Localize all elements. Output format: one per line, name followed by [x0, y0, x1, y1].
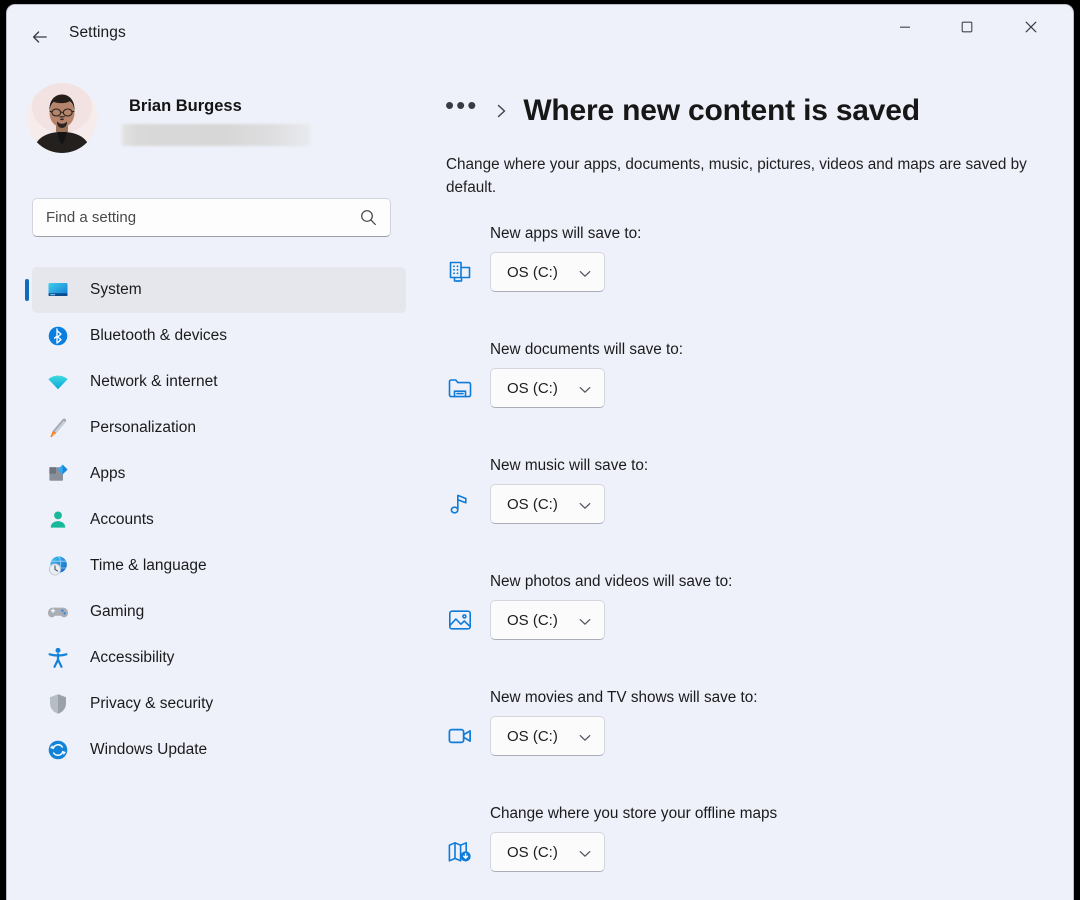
gamepad-icon	[44, 598, 72, 626]
video-camera-icon	[442, 718, 478, 754]
selection-indicator	[25, 279, 29, 301]
page-title: Where new content is saved	[523, 94, 920, 128]
sidebar-item-label: Gaming	[90, 603, 144, 621]
close-button[interactable]	[1007, 5, 1055, 49]
search-input[interactable]	[46, 199, 346, 236]
breadcrumb: ••• Where new content is saved	[445, 87, 920, 135]
sidebar-item-system[interactable]: System	[32, 267, 406, 313]
sidebar-item-windows-update[interactable]: Windows Update	[32, 727, 406, 773]
music-save-location-dropdown[interactable]: OS (C:)	[490, 484, 605, 524]
setting-label: Change where you store your offline maps	[490, 805, 777, 823]
page-description: Change where your apps, documents, music…	[446, 153, 1046, 199]
apps-grid-icon	[44, 460, 72, 488]
update-refresh-icon	[44, 736, 72, 764]
photos-videos-save-location-dropdown[interactable]: OS (C:)	[490, 600, 605, 640]
setting-row: New apps will save to:	[427, 225, 1074, 341]
setting-row: New music will save to: OS (C:)	[427, 457, 1074, 573]
search-box[interactable]	[32, 198, 391, 237]
movies-tv-save-location-dropdown[interactable]: OS (C:)	[490, 716, 605, 756]
setting-row: New movies and TV shows will save to: OS…	[427, 689, 1074, 805]
close-icon	[1023, 19, 1039, 35]
settings-window: Settings	[6, 4, 1074, 900]
maximize-icon	[960, 20, 974, 34]
sidebar-item-network-internet[interactable]: Network & internet	[32, 359, 406, 405]
sidebar-item-label: Accounts	[90, 511, 154, 529]
clock-globe-icon	[44, 552, 72, 580]
sidebar-item-apps[interactable]: Apps	[32, 451, 406, 497]
sidebar-item-label: Network & internet	[90, 373, 218, 391]
avatar	[27, 83, 97, 153]
account-block[interactable]: Brian Burgess	[27, 79, 397, 161]
sidebar-item-label: Apps	[90, 465, 125, 483]
chevron-down-icon	[578, 383, 592, 401]
sidebar-item-accounts[interactable]: Accounts	[32, 497, 406, 543]
minimize-icon	[898, 20, 912, 34]
setting-label: New apps will save to:	[490, 225, 641, 243]
music-note-icon	[442, 486, 478, 522]
dropdown-value: OS (C:)	[507, 380, 558, 397]
apps-save-location-dropdown[interactable]: OS (C:)	[490, 252, 605, 292]
offline-maps-download-icon	[442, 834, 478, 870]
sidebar-item-privacy-security[interactable]: Privacy & security	[32, 681, 406, 727]
apps-store-icon	[442, 254, 478, 290]
chevron-down-icon	[578, 731, 592, 749]
sidebar-item-label: Time & language	[90, 557, 207, 575]
breadcrumb-overflow-button[interactable]: •••	[445, 98, 478, 124]
setting-label: New documents will save to:	[490, 341, 683, 359]
photo-image-icon	[442, 602, 478, 638]
account-email-redacted	[122, 124, 310, 146]
search-icon	[359, 208, 378, 232]
sidebar-item-bluetooth-devices[interactable]: Bluetooth & devices	[32, 313, 406, 359]
system-monitor-icon	[44, 276, 72, 304]
setting-row: Change where you store your offline maps…	[427, 805, 1074, 900]
documents-save-location-dropdown[interactable]: OS (C:)	[490, 368, 605, 408]
chevron-down-icon	[578, 615, 592, 633]
chevron-right-icon	[494, 101, 509, 121]
sidebar-item-label: Privacy & security	[90, 695, 213, 713]
sidebar-item-label: Bluetooth & devices	[90, 327, 227, 345]
back-button[interactable]	[19, 17, 61, 57]
dropdown-value: OS (C:)	[507, 496, 558, 513]
setting-row: New photos and videos will save to: OS (…	[427, 573, 1074, 689]
chevron-down-icon	[578, 499, 592, 517]
dropdown-value: OS (C:)	[507, 612, 558, 629]
chevron-down-icon	[578, 847, 592, 865]
sidebar-item-label: Personalization	[90, 419, 196, 437]
paintbrush-icon	[44, 414, 72, 442]
dropdown-value: OS (C:)	[507, 264, 558, 281]
sidebar-item-personalization[interactable]: Personalization	[32, 405, 406, 451]
settings-list: New apps will save to:	[427, 225, 1074, 900]
account-name: Brian Burgess	[129, 97, 242, 116]
sidebar-item-label: System	[90, 281, 142, 299]
dropdown-value: OS (C:)	[507, 844, 558, 861]
offline-maps-save-location-dropdown[interactable]: OS (C:)	[490, 832, 605, 872]
accessibility-person-icon	[44, 644, 72, 672]
shield-icon	[44, 690, 72, 718]
back-arrow-icon	[30, 27, 50, 47]
sidebar-item-accessibility[interactable]: Accessibility	[32, 635, 406, 681]
person-icon	[44, 506, 72, 534]
setting-label: New movies and TV shows will save to:	[490, 689, 758, 707]
chevron-down-icon	[578, 267, 592, 285]
title-bar: Settings	[7, 5, 1073, 67]
main-content: ••• Where new content is saved Change wh…	[427, 67, 1074, 900]
maximize-button[interactable]	[943, 5, 991, 49]
sidebar: Brian Burgess	[7, 67, 427, 900]
minimize-button[interactable]	[881, 5, 929, 49]
setting-row: New documents will save to: OS (C:)	[427, 341, 1074, 457]
avatar-photo-icon	[27, 83, 97, 153]
app-title: Settings	[69, 24, 126, 42]
documents-folder-icon	[442, 370, 478, 406]
sidebar-item-time-language[interactable]: Time & language	[32, 543, 406, 589]
sidebar-item-gaming[interactable]: Gaming	[32, 589, 406, 635]
dropdown-value: OS (C:)	[507, 728, 558, 745]
bluetooth-icon	[44, 322, 72, 350]
sidebar-item-label: Windows Update	[90, 741, 207, 759]
wifi-icon	[44, 368, 72, 396]
setting-label: New music will save to:	[490, 457, 648, 475]
sidebar-item-label: Accessibility	[90, 649, 174, 667]
sidebar-nav: System Bluetooth & devices	[7, 267, 427, 773]
setting-label: New photos and videos will save to:	[490, 573, 732, 591]
